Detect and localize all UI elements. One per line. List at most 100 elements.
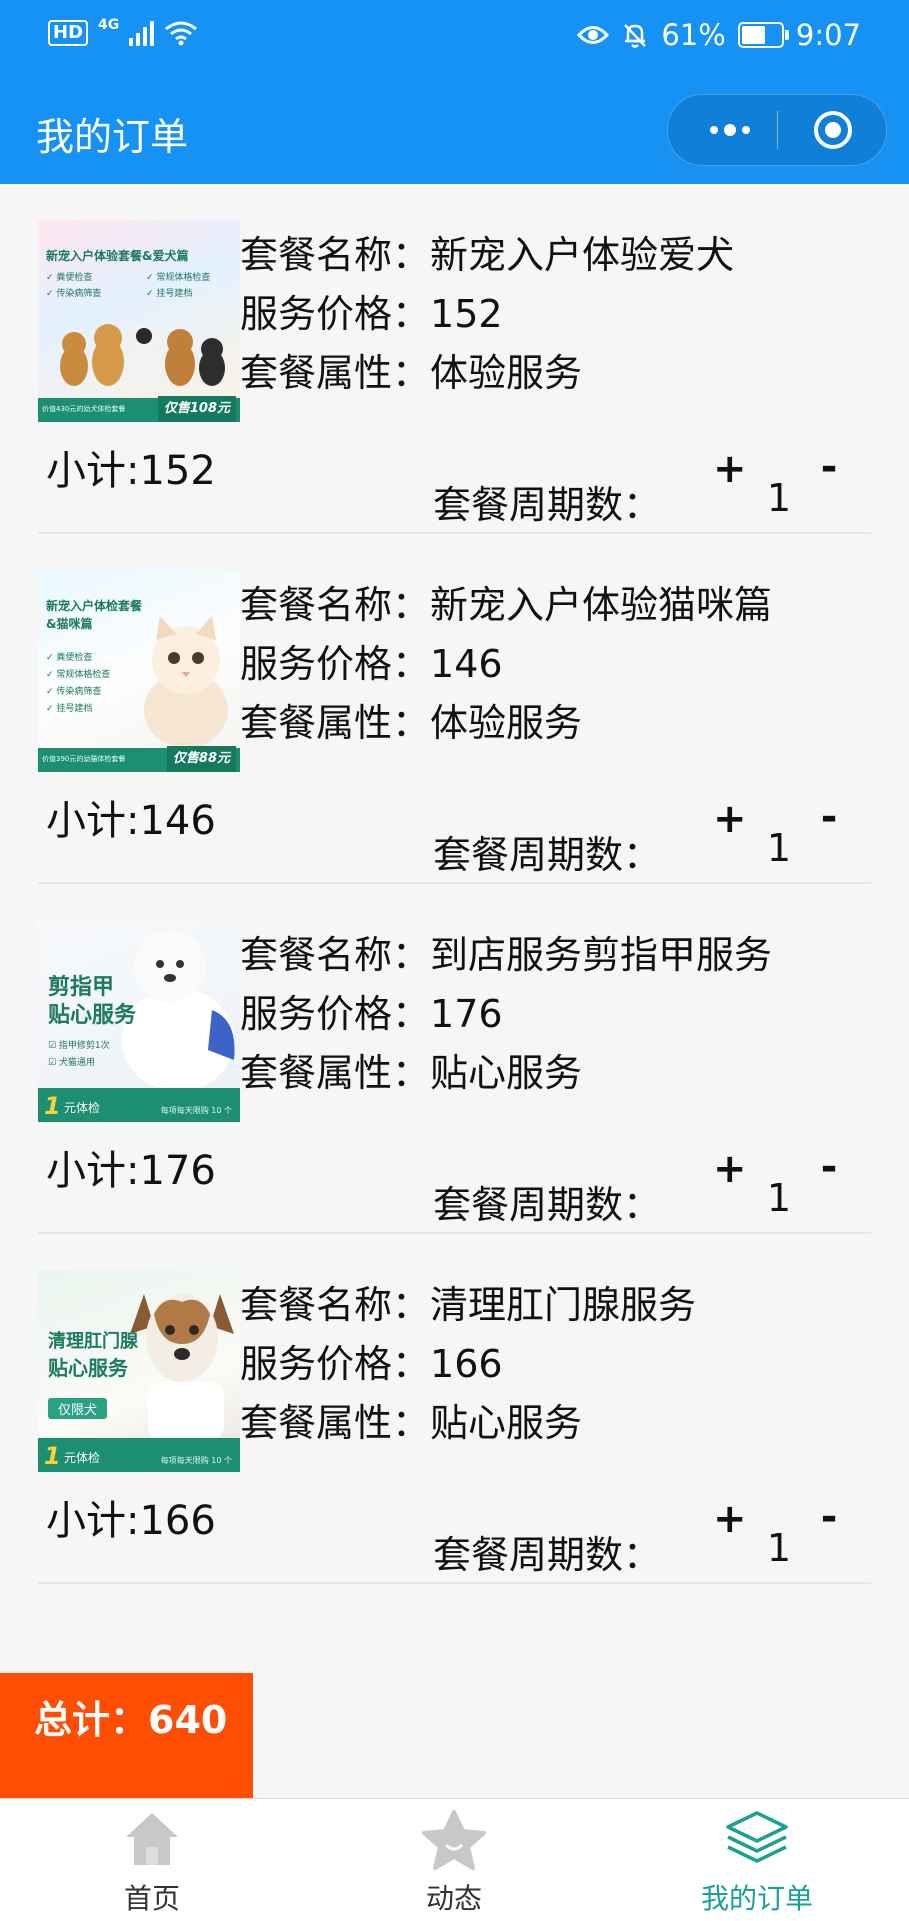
decrement-button[interactable]: - xyxy=(816,444,842,490)
thumb-sale-tag: 仅售108元 xyxy=(157,396,236,422)
order-thumbnail[interactable]: 剪指甲 贴心服务 ☑ 指甲修剪1次 ☑ 犬猫通用 1 元体检 每项每天限购 10… xyxy=(38,920,240,1122)
decrement-button[interactable]: - xyxy=(816,794,842,840)
package-type-label: 套餐属性： xyxy=(240,1401,431,1445)
order-total: 总计：640 xyxy=(34,1698,228,1742)
service-price-label: 服务价格： xyxy=(240,292,431,336)
service-price-label: 服务价格： xyxy=(240,642,431,686)
status-bar: HD 4G 61% 9:07 xyxy=(0,0,909,80)
close-miniprogram-button[interactable] xyxy=(814,111,852,149)
thumb-title: 剪指甲 xyxy=(48,975,115,1000)
decrement-button[interactable]: - xyxy=(816,1144,842,1190)
package-name: 新宠入户体验猫咪篇 xyxy=(430,583,773,627)
thumb-header: 新宠入户体检套餐 xyxy=(46,599,143,613)
order-thumbnail[interactable]: 新宠入户体验套餐&爱犬篇 ✓ 粪便检查 ✓ 常规体格检查 ✓ 传染病筛查 ✓ 挂… xyxy=(38,220,240,422)
package-name-row: 套餐名称：清理肛门腺服务 xyxy=(240,1276,696,1335)
package-type-row: 套餐属性：体验服务 xyxy=(240,344,734,403)
network-type: 4G xyxy=(98,17,120,33)
increment-button[interactable]: + xyxy=(713,1146,747,1192)
thumb-check: ✓ 挂号建档 xyxy=(146,289,193,299)
package-name-row: 套餐名称：到店服务剪指甲服务 xyxy=(240,926,772,985)
package-type: 体验服务 xyxy=(430,701,583,745)
tab-my-orders-label: 我的订单 xyxy=(700,1882,813,1915)
service-price: 146 xyxy=(430,642,503,686)
battery-fill xyxy=(741,26,765,44)
thumb-price-one: 1 xyxy=(44,1442,61,1470)
battery-icon xyxy=(737,22,789,48)
page-title: 我的订单 xyxy=(36,115,189,159)
order-item: 清理肛门腺 贴心服务 仅限犬 1 元体检 每项每天限购 10 个 套餐名称：清理… xyxy=(0,1234,909,1584)
package-name-label: 套餐名称： xyxy=(240,583,431,627)
order-info: 套餐名称：新宠入户体验猫咪篇 服务价格：146 套餐属性：体验服务 xyxy=(240,576,772,753)
clock: 9:07 xyxy=(795,18,861,52)
package-name-label: 套餐名称： xyxy=(240,933,431,977)
service-price-label: 服务价格： xyxy=(240,1342,431,1386)
package-name-label: 套餐名称： xyxy=(240,233,431,277)
more-button[interactable] xyxy=(700,95,760,165)
quantity-value: 1 xyxy=(766,476,792,520)
thumb-check: ✓ 常规体格检查 xyxy=(146,273,211,283)
status-right: 61% 9:07 xyxy=(577,18,861,52)
quantity-value: 1 xyxy=(766,826,792,870)
package-type-label: 套餐属性： xyxy=(240,1051,431,1095)
service-price: 166 xyxy=(430,1342,503,1386)
nail-trim-image: 剪指甲 贴心服务 ☑ 指甲修剪1次 ☑ 犬猫通用 1 元体检 每项每天限购 10… xyxy=(38,920,240,1122)
thumb-header-sub: &猫咪篇 xyxy=(46,617,93,631)
tab-bar: 首页 动态 我的订单 xyxy=(0,1798,909,1921)
package-type-row: 套餐属性：贴心服务 xyxy=(240,1044,772,1103)
package-name-row: 套餐名称：新宠入户体验猫咪篇 xyxy=(240,576,772,635)
dog-package-image: 新宠入户体验套餐&爱犬篇 ✓ 粪便检查 ✓ 常规体格检查 ✓ 传染病筛查 ✓ 挂… xyxy=(38,220,240,422)
package-name: 新宠入户体验爱犬 xyxy=(430,233,735,277)
cycle-count-label: 套餐周期数： xyxy=(433,483,662,527)
thumb-price-text: 元体检 xyxy=(64,1451,101,1465)
more-dot-icon xyxy=(724,124,736,136)
package-type-row: 套餐属性：体验服务 xyxy=(240,694,772,753)
increment-button[interactable]: + xyxy=(713,446,747,492)
package-type: 贴心服务 xyxy=(430,1401,583,1445)
thumb-check: ☑ 指甲修剪1次 xyxy=(48,1041,110,1051)
layers-icon xyxy=(726,1811,788,1863)
subtotal: 小计:146 xyxy=(46,798,216,844)
service-price-label: 服务价格： xyxy=(240,992,431,1036)
package-name-label: 套餐名称： xyxy=(240,1283,431,1327)
thumb-footer-note: 价值430元的幼犬体检套餐 xyxy=(42,405,126,413)
order-item: 剪指甲 贴心服务 ☑ 指甲修剪1次 ☑ 犬猫通用 1 元体检 每项每天限购 10… xyxy=(0,884,909,1234)
tab-home[interactable]: 首页 xyxy=(52,1799,252,1921)
cat-package-image: 新宠入户体检套餐 &猫咪篇 ✓ 粪便检查 ✓ 常规体格检查 ✓ 传染病筛查 ✓ … xyxy=(38,570,240,772)
eye-icon xyxy=(577,26,610,44)
mini-program-capsule xyxy=(667,94,887,166)
hd-badge: HD xyxy=(48,20,89,46)
quantity-value: 1 xyxy=(766,1526,792,1570)
quantity-value: 1 xyxy=(766,1176,792,1220)
capsule-divider xyxy=(777,111,778,149)
package-name: 清理肛门腺服务 xyxy=(430,1283,697,1327)
order-list: 新宠入户体验套餐&爱犬篇 ✓ 粪便检查 ✓ 常规体格检查 ✓ 传染病筛查 ✓ 挂… xyxy=(0,184,909,1584)
package-type: 贴心服务 xyxy=(430,1051,583,1095)
order-info: 套餐名称：到店服务剪指甲服务 服务价格：176 套餐属性：贴心服务 xyxy=(240,926,772,1103)
thumb-header: 新宠入户体验套餐&爱犬篇 xyxy=(46,249,189,263)
thumb-check: ✓ 传染病筛查 xyxy=(46,687,102,697)
tab-activity-label: 动态 xyxy=(425,1882,482,1915)
tab-activity[interactable]: 动态 xyxy=(354,1799,554,1921)
battery-percent: 61% xyxy=(661,18,726,52)
thumb-pill: 仅限犬 xyxy=(48,1398,108,1419)
service-price-row: 服务价格：166 xyxy=(240,1335,696,1394)
decrement-button[interactable]: - xyxy=(816,1494,842,1540)
signal-icon xyxy=(129,20,155,46)
order-item: 新宠入户体验套餐&爱犬篇 ✓ 粪便检查 ✓ 常规体格检查 ✓ 传染病筛查 ✓ 挂… xyxy=(0,184,909,534)
total-box[interactable]: 总计：640 xyxy=(0,1673,253,1798)
order-thumbnail[interactable]: 清理肛门腺 贴心服务 仅限犬 1 元体检 每项每天限购 10 个 xyxy=(38,1270,240,1472)
increment-button[interactable]: + xyxy=(713,796,747,842)
thumb-subtitle: 贴心服务 xyxy=(48,1356,128,1380)
thumb-check: ✓ 粪便检查 xyxy=(46,273,93,283)
status-left: HD 4G xyxy=(48,17,198,46)
increment-button[interactable]: + xyxy=(713,1496,747,1542)
subtotal: 小计:176 xyxy=(46,1148,216,1194)
package-name-row: 套餐名称：新宠入户体验爱犬 xyxy=(240,226,734,285)
order-thumbnail[interactable]: 新宠入户体检套餐 &猫咪篇 ✓ 粪便检查 ✓ 常规体格检查 ✓ 传染病筛查 ✓ … xyxy=(38,570,240,772)
thumb-price-text: 元体检 xyxy=(64,1101,101,1115)
more-dot-icon xyxy=(742,126,750,134)
tab-my-orders[interactable]: 我的订单 xyxy=(657,1799,857,1921)
order-info: 套餐名称：新宠入户体验爱犬 服务价格：152 套餐属性：体验服务 xyxy=(240,226,734,403)
thumb-limit: 每项每天限购 10 个 xyxy=(160,1106,232,1115)
more-dot-icon xyxy=(710,126,718,134)
